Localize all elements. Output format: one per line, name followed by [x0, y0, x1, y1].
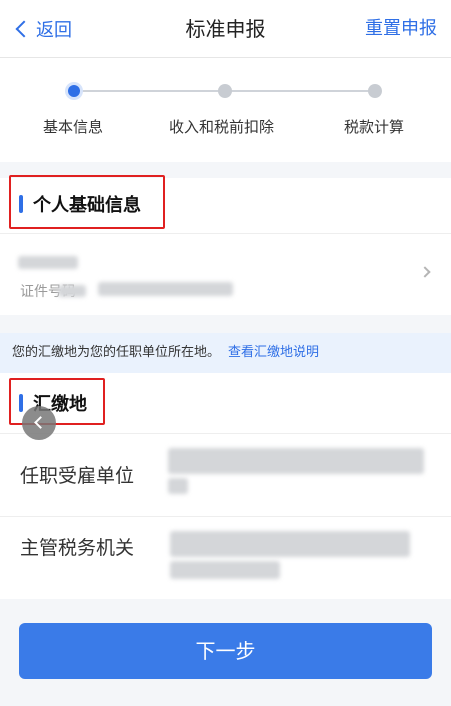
step-connector	[80, 90, 226, 92]
tax-office-row[interactable]: 主管税务机关	[0, 516, 451, 599]
chevron-right-icon	[419, 266, 431, 278]
chevron-left-icon	[34, 416, 47, 429]
redacted-employer-2	[168, 478, 188, 494]
redacted-tax-office	[170, 531, 410, 557]
step-label-tax-calc: 税款计算	[344, 118, 405, 136]
navbar: 返回 标准申报 重置申报	[0, 0, 451, 58]
floating-back-button[interactable]	[22, 406, 56, 440]
step-connector	[226, 90, 376, 92]
step-dot	[368, 84, 382, 98]
tax-office-label: 主管税务机关	[20, 537, 135, 559]
step-dot	[218, 84, 232, 98]
step-label-income: 收入和税前扣除	[169, 118, 275, 136]
step-dot-active	[65, 82, 83, 100]
reset-declaration-button[interactable]: 重置申报	[365, 14, 437, 44]
location-help-link[interactable]: 查看汇缴地说明	[228, 345, 319, 360]
employer-label: 任职受雇单位	[20, 465, 135, 487]
redacted-id-number	[98, 282, 233, 296]
highlight-box	[9, 175, 165, 229]
redacted-name	[18, 256, 78, 269]
step-label-basic-info: 基本信息	[43, 118, 104, 136]
notice-bar: 您的汇缴地为您的任职单位所在地。 查看汇缴地说明	[0, 333, 451, 373]
redacted-employer	[168, 448, 424, 474]
employer-row[interactable]: 任职受雇单位	[0, 433, 451, 516]
personal-info-row[interactable]: 证件号码	[0, 233, 451, 315]
progress-steps: 基本信息 收入和税前扣除 税款计算	[0, 58, 451, 162]
page: 返回 标准申报 重置申报 基本信息 收入和税前扣除 税款计算 个人基础信息 证件…	[0, 0, 451, 706]
redacted-tax-office-2	[170, 561, 280, 579]
notice-text: 您的汇缴地为您的任职单位所在地。	[12, 345, 221, 360]
redacted-text	[58, 285, 86, 297]
next-step-button[interactable]: 下一步	[19, 623, 432, 679]
